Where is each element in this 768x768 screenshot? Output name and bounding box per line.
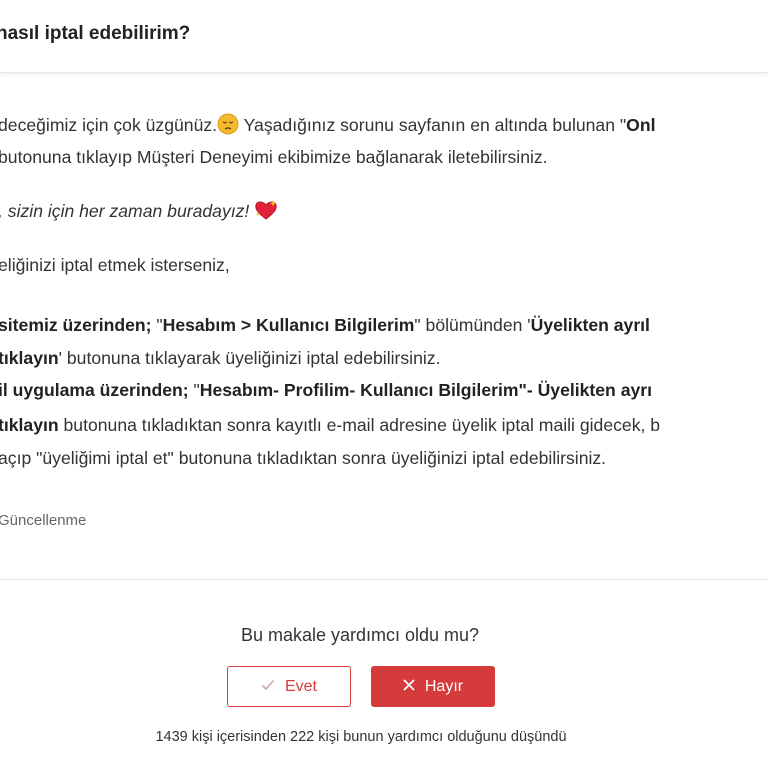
web-instructions-line-1: sitemiz üzerinden; "Hesabım > Kullanıcı … xyxy=(0,315,650,335)
feedback-yes-button[interactable]: Evet xyxy=(227,666,351,707)
app-instructions-line-2: tıklayın butonuna tıkladıktan sonra kayı… xyxy=(0,415,661,435)
feedback-no-button[interactable]: Hayır xyxy=(371,666,495,707)
feedback-question: Bu makale yardımcı oldu mu? xyxy=(240,625,480,645)
feedback-stats: 1439 kişi içerisinden 222 kişi bunun yar… xyxy=(155,729,567,745)
paragraph-cancel-intro: eliğinizi iptal etmek isterseniz, xyxy=(0,255,230,275)
paragraph-apology-line-2: butonuna tıklayıp Müşteri Deneyimi ekibi… xyxy=(0,147,548,167)
article-body: deceğimiz için çok üzgünüz. Yaşadığınız … xyxy=(0,0,768,580)
feedback-no-label: Hayır xyxy=(424,677,464,695)
feedback-yes-label: Evet xyxy=(284,677,317,695)
paragraph-apology-line-1: deceğimiz için çok üzgünüz. Yaşadığınız … xyxy=(0,113,655,141)
close-icon xyxy=(403,678,415,695)
web-instructions-line-2: tıklayın' butonuna tıklayarak üyeliğiniz… xyxy=(0,348,441,368)
app-instructions-line-3: açıp "üyeliğimi iptal et" butonuna tıkla… xyxy=(0,448,607,468)
sad-face-emoji-icon xyxy=(217,113,239,141)
check-icon xyxy=(261,678,275,695)
app-instructions-line-1: il uygulama üzerinden; "Hesabım- Profili… xyxy=(0,380,652,400)
paragraph-support: , sizin için her zaman buradayız! xyxy=(0,199,278,227)
updated-label: Güncellenme xyxy=(0,512,87,529)
section-divider xyxy=(0,579,768,580)
sparkling-heart-emoji-icon xyxy=(254,199,278,227)
